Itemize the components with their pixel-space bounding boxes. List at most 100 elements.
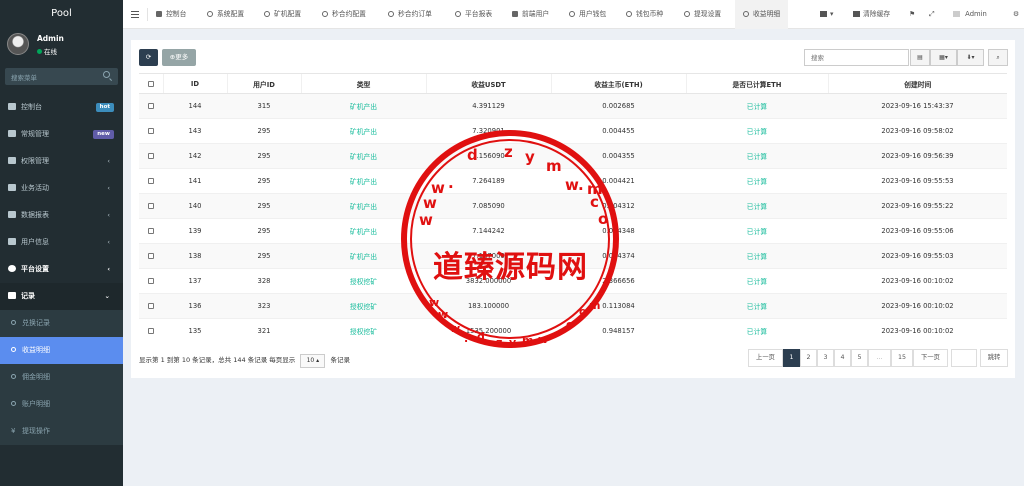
cell-user-id: 295 bbox=[227, 143, 301, 169]
page-4-button[interactable]: 4 bbox=[834, 349, 851, 367]
translate-icon[interactable]: ⚑ bbox=[909, 0, 915, 29]
refresh-button[interactable]: ⟳ bbox=[139, 49, 158, 66]
pagination-summary: 显示第 1 到第 10 条记录，总共 144 条记录 每页显示 10 ▴ 条记录 bbox=[139, 354, 350, 368]
tab-label: 提现设置 bbox=[694, 10, 722, 18]
brand-logo[interactable]: Pool bbox=[0, 0, 123, 27]
checkbox-icon bbox=[147, 80, 154, 87]
cell-created-time: 2023-09-16 09:55:06 bbox=[828, 218, 1007, 244]
watermark-letter: . bbox=[553, 326, 558, 339]
tab-income-details[interactable]: 收益明细 bbox=[735, 0, 789, 29]
col-eth[interactable]: 收益主币(ETH) bbox=[550, 73, 686, 94]
tab-dashboard[interactable]: 控制台 bbox=[156, 0, 186, 29]
more-button[interactable]: ⊕更多 bbox=[162, 49, 196, 66]
tab-platform-reports[interactable]: 平台报表 bbox=[455, 0, 492, 29]
table-row[interactable]: 144 315 矿机产出 4.391129 0.002685 已计算 2023-09-16 … bbox=[139, 93, 1007, 119]
avatar bbox=[7, 33, 29, 55]
row-checkbox[interactable] bbox=[139, 168, 163, 194]
cell-id: 137 bbox=[163, 268, 227, 294]
checkbox-icon bbox=[148, 178, 154, 184]
sidebar-item-general[interactable]: 常规管理 new bbox=[0, 121, 123, 148]
cell-created-time: 2023-09-16 09:56:39 bbox=[828, 143, 1007, 169]
row-checkbox[interactable] bbox=[139, 268, 163, 294]
cell-user-id: 323 bbox=[227, 293, 301, 319]
user-icon bbox=[512, 11, 518, 17]
cell-calculated: 已计算 bbox=[686, 318, 828, 344]
search-icon[interactable] bbox=[103, 71, 110, 78]
col-usdt[interactable]: 收益USDT bbox=[425, 73, 551, 94]
settings-icon bbox=[8, 265, 16, 272]
tab-withdraw-settings[interactable]: 提现设置 bbox=[684, 0, 721, 29]
col-user-id[interactable]: 用户ID bbox=[226, 73, 301, 94]
columns-button[interactable]: ▦▾ bbox=[930, 49, 957, 66]
tabs-dropdown-button[interactable]: ▾ bbox=[820, 0, 833, 29]
select-all-checkbox[interactable] bbox=[139, 73, 163, 94]
cell-type: 矿机产出 bbox=[301, 93, 426, 119]
sidebar-item-records[interactable]: 记录 ⌄ bbox=[0, 283, 123, 310]
row-checkbox[interactable] bbox=[139, 218, 163, 244]
col-created[interactable]: 创建时间 bbox=[827, 73, 1007, 94]
tab-label: 系统配置 bbox=[217, 10, 245, 18]
advanced-search-button[interactable]: ⌕ bbox=[988, 49, 1008, 66]
tab-label: 平台报表 bbox=[465, 10, 493, 18]
page-1-button[interactable]: 1 bbox=[783, 349, 800, 367]
sidebar-item-commission-details[interactable]: 佣金明细 bbox=[0, 364, 123, 391]
col-type[interactable]: 类型 bbox=[300, 73, 426, 94]
tab-user-wallets[interactable]: 用户钱包 bbox=[569, 0, 606, 29]
row-checkbox[interactable] bbox=[139, 293, 163, 319]
tab-miner-config[interactable]: 矿机配置 bbox=[264, 0, 301, 29]
page-15-button[interactable]: 15 bbox=[891, 349, 913, 367]
col-calc[interactable]: 是否已计算ETH bbox=[685, 73, 828, 94]
new-badge: new bbox=[93, 130, 114, 139]
tab-system-config[interactable]: 系统配置 bbox=[207, 0, 244, 29]
row-checkbox[interactable] bbox=[139, 143, 163, 169]
circle-icon bbox=[388, 11, 394, 17]
row-checkbox[interactable] bbox=[139, 93, 163, 119]
cell-id: 138 bbox=[163, 243, 227, 269]
sidebar-item-exchange-records[interactable]: 兑换记录 bbox=[0, 310, 123, 337]
sidebar-item-reports[interactable]: 数据报表 ‹ bbox=[0, 202, 123, 229]
page-5-button[interactable]: 5 bbox=[851, 349, 868, 367]
sidebar-item-permission[interactable]: 权限管理 ‹ bbox=[0, 148, 123, 175]
row-checkbox[interactable] bbox=[139, 118, 163, 144]
toggle-view-button[interactable]: ▤ bbox=[910, 49, 930, 66]
col-id[interactable]: ID bbox=[162, 73, 227, 94]
settings-gear-icon[interactable]: ⚙ bbox=[1013, 0, 1019, 29]
chevron-left-icon: ‹ bbox=[107, 157, 110, 165]
next-page-button[interactable]: 下一页 bbox=[913, 349, 948, 367]
page-3-button[interactable]: 3 bbox=[817, 349, 834, 367]
user-panel: Admin 在线 bbox=[0, 27, 123, 63]
sidebar-item-platform-settings[interactable]: 平台设置 ‹ bbox=[0, 256, 123, 283]
sidebar-item-account-details[interactable]: 账户明细 bbox=[0, 391, 123, 418]
sidebar-item-withdraw[interactable]: ¥ 提现操作 bbox=[0, 418, 123, 445]
clear-cache-button[interactable]: 清除缓存 bbox=[853, 0, 890, 29]
sidebar-item-dashboard[interactable]: 控制台 hot bbox=[0, 94, 123, 121]
sidebar-search-input[interactable]: 搜索菜单 bbox=[5, 68, 118, 85]
fullscreen-icon[interactable]: ⤢ bbox=[929, 0, 934, 29]
sidebar-item-business[interactable]: 业务活动 ‹ bbox=[0, 175, 123, 202]
sidebar-item-income-details[interactable]: 收益明细 bbox=[0, 337, 123, 364]
tab-wallet-currency[interactable]: 钱包币种 bbox=[626, 0, 663, 29]
menu-toggle-icon[interactable] bbox=[131, 11, 139, 18]
table-search-input[interactable] bbox=[804, 49, 909, 66]
sidebar-item-label: 账户明细 bbox=[22, 400, 50, 408]
sidebar-item-users[interactable]: 用户信息 ‹ bbox=[0, 229, 123, 256]
export-button[interactable]: ⬇▾ bbox=[957, 49, 984, 66]
chevron-left-icon: ‹ bbox=[107, 211, 110, 219]
prev-page-button[interactable]: 上一页 bbox=[748, 349, 783, 367]
tab-contract-orders[interactable]: 秒合约订单 bbox=[388, 0, 432, 29]
row-checkbox[interactable] bbox=[139, 318, 163, 344]
watermark-letter: . bbox=[464, 332, 469, 345]
page-size-select[interactable]: 10 ▴ bbox=[300, 354, 326, 368]
page-ellipsis: ... bbox=[868, 349, 891, 367]
admin-menu[interactable]: Admin bbox=[953, 0, 987, 29]
row-checkbox[interactable] bbox=[139, 193, 163, 219]
row-checkbox[interactable] bbox=[139, 243, 163, 269]
watermark-letter: o bbox=[579, 305, 587, 318]
sidebar-menu: 控制台 hot 常规管理 new 权限管理 ‹ 业务活动 ‹ 数据报表 ‹ 用户信息 ‹ 平… bbox=[0, 94, 123, 445]
watermark-letter: w bbox=[565, 176, 579, 194]
jump-page-input[interactable] bbox=[951, 349, 977, 367]
page-2-button[interactable]: 2 bbox=[800, 349, 817, 367]
tab-contract-config[interactable]: 秒合约配置 bbox=[322, 0, 366, 29]
tab-frontend-users[interactable]: 前端用户 bbox=[512, 0, 549, 29]
jump-button[interactable]: 跳转 bbox=[980, 349, 1008, 367]
